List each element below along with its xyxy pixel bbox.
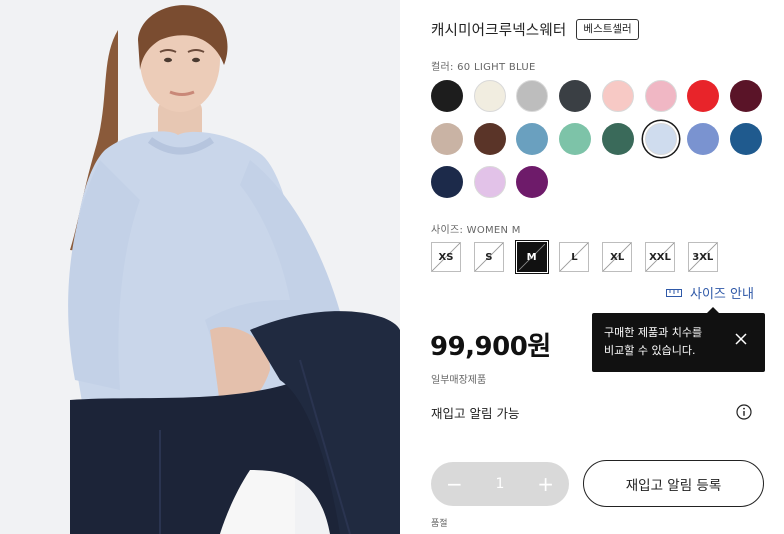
color-swatch-pink[interactable] [601, 80, 634, 112]
color-swatch-off-white[interactable] [473, 80, 506, 112]
ruler-icon [666, 288, 682, 297]
color-swatch-periwinkle[interactable] [687, 123, 720, 155]
color-swatch-navy[interactable] [431, 166, 463, 198]
bestseller-badge: 베스트셀러 [576, 19, 639, 40]
color-swatch-dark-gray[interactable] [559, 80, 592, 112]
tooltip-line-1: 구매한 제품과 치수를 [604, 326, 703, 339]
color-swatch-purple[interactable] [516, 166, 549, 198]
size-option-m[interactable]: M [516, 242, 547, 272]
quantity-value: 1 [495, 476, 505, 492]
size-compare-tooltip: 구매한 제품과 치수를 비교할 수 있습니다. [592, 307, 765, 372]
color-swatch-brown[interactable] [473, 123, 506, 155]
sold-out-label: 품절 [431, 519, 448, 529]
size-option-l[interactable]: L [559, 242, 590, 272]
size-option-xl[interactable]: XL [602, 242, 633, 272]
tooltip-line-2: 비교할 수 있습니다. [604, 344, 696, 357]
size-option-label: L [571, 251, 578, 263]
product-title: 캐시미어크루넥스웨터 [431, 23, 567, 39]
color-swatch-black[interactable] [431, 80, 463, 112]
close-icon[interactable] [735, 333, 747, 345]
color-label: 컬러: 60 LIGHT BLUE [431, 62, 536, 73]
size-option-label: M [526, 251, 537, 263]
store-only-note: 일부매장제품 [431, 375, 487, 386]
size-option-xs[interactable]: XS [431, 242, 461, 272]
increase-button[interactable]: + [537, 474, 554, 494]
color-swatch-red[interactable] [687, 80, 720, 112]
color-swatch-navy-blue[interactable] [729, 123, 762, 155]
color-swatch-lavender[interactable] [473, 166, 506, 198]
color-swatch-light-blue[interactable] [644, 123, 677, 155]
restock-available-text: 재입고 알림 가능 [431, 406, 520, 421]
size-option-label: S [485, 251, 493, 263]
color-swatch-mint[interactable] [559, 123, 592, 155]
size-option-s[interactable]: S [473, 242, 504, 272]
color-swatch-dark-green[interactable] [601, 123, 634, 155]
size-option-label: 3XL [692, 251, 714, 263]
size-guide-link[interactable]: 사이즈 안내 [666, 283, 754, 302]
size-label: 사이즈: WOMEN M [431, 225, 521, 236]
color-swatch-light-gray[interactable] [516, 80, 549, 112]
decrease-button[interactable]: − [446, 474, 463, 494]
product-detail-panel: 캐시미어크루넥스웨터 베스트셀러 컬러: 60 LIGHT BLUE 사이즈: … [400, 0, 784, 534]
color-swatch-beige[interactable] [431, 123, 463, 155]
size-option-3xl[interactable]: 3XL [687, 242, 718, 272]
info-icon[interactable] [736, 404, 752, 420]
quantity-stepper: − 1 + [431, 462, 569, 506]
tooltip-arrow [707, 307, 719, 313]
size-option-label: XL [610, 251, 625, 263]
model-illustration [0, 0, 400, 534]
size-option-label: XS [438, 251, 454, 263]
size-guide-label: 사이즈 안내 [690, 287, 754, 302]
size-option-label: XXL [649, 251, 671, 263]
color-swatch-wine[interactable] [729, 80, 762, 112]
size-option-xxl[interactable]: XXL [645, 242, 675, 272]
tooltip-text: 구매한 제품과 치수를 비교할 수 있습니다. [604, 324, 734, 360]
title-row: 캐시미어크루넥스웨터 베스트셀러 [431, 19, 639, 40]
color-swatch-light-pink[interactable] [644, 80, 677, 112]
product-price: 99,900원 [430, 332, 551, 362]
product-photo [0, 0, 400, 534]
color-swatch-blue-gray[interactable] [516, 123, 549, 155]
restock-notify-button[interactable]: 재입고 알림 등록 [583, 460, 764, 507]
